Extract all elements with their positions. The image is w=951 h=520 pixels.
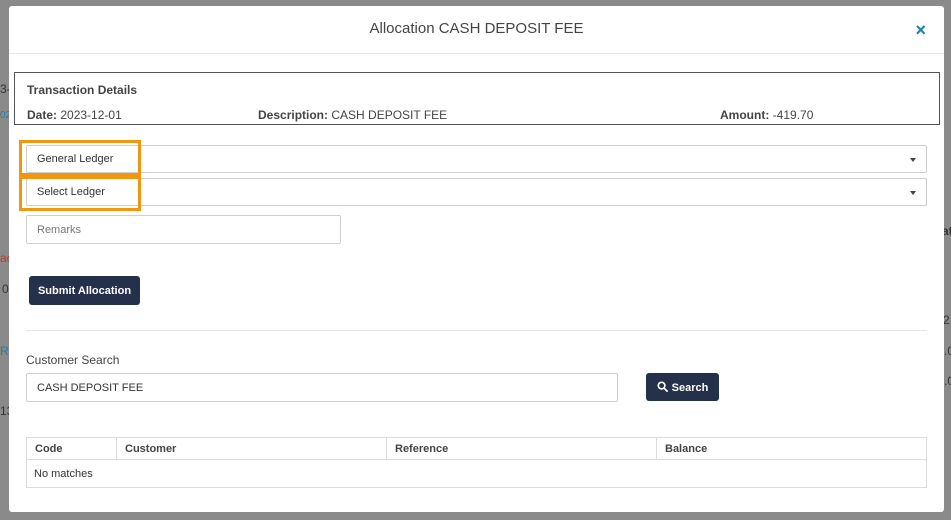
ledger-selected-value: Select Ledger	[37, 186, 105, 198]
allocation-modal: Allocation CASH DEPOSIT FEE × Transactio…	[9, 6, 944, 512]
customer-results-table: Code Customer Reference Balance No match…	[26, 437, 927, 488]
ledger-type-select[interactable]: General Ledger	[26, 145, 927, 173]
empty-results-message: No matches	[26, 459, 927, 488]
amount-value: -419.70	[772, 108, 814, 122]
divider	[26, 330, 927, 331]
caret-down-icon	[910, 158, 916, 162]
background-text-fragment: 2.	[943, 313, 951, 327]
column-header-reference[interactable]: Reference	[386, 437, 657, 460]
column-header-code[interactable]: Code	[26, 437, 117, 460]
transaction-amount: Amount: -419.70	[720, 108, 813, 122]
search-button-label: Search	[671, 381, 709, 394]
ledger-select[interactable]: Select Ledger	[26, 178, 927, 206]
transaction-details-heading: Transaction Details	[27, 83, 138, 97]
table-row: No matches	[26, 459, 927, 488]
transaction-description: Description: CASH DEPOSIT FEE	[258, 108, 447, 122]
date-label: Date:	[27, 108, 58, 122]
customer-search-input[interactable]	[26, 373, 618, 402]
background-text-fragment: .0	[944, 344, 951, 358]
table-header-row: Code Customer Reference Balance	[26, 437, 927, 460]
modal-header: Allocation CASH DEPOSIT FEE ×	[9, 6, 944, 54]
ledger-type-selected-value: General Ledger	[37, 153, 114, 165]
background-text-fragment: .0	[944, 374, 951, 388]
background-text-fragment: R	[0, 344, 9, 358]
search-icon	[657, 380, 668, 392]
transaction-date: Date: 2023-12-01	[27, 108, 122, 122]
caret-down-icon	[910, 191, 916, 195]
transaction-details-panel: Transaction Details Date: 2023-12-01 Des…	[14, 72, 940, 125]
column-header-customer[interactable]: Customer	[116, 437, 387, 460]
submit-allocation-button[interactable]: Submit Allocation	[29, 276, 140, 305]
description-label: Description:	[258, 108, 329, 122]
modal-title: Allocation CASH DEPOSIT FEE	[369, 20, 584, 37]
close-icon[interactable]: ×	[915, 20, 926, 40]
customer-search-label: Customer Search	[26, 353, 120, 367]
amount-label: Amount:	[720, 108, 770, 122]
column-header-balance[interactable]: Balance	[656, 437, 927, 460]
description-value: CASH DEPOSIT FEE	[331, 108, 448, 122]
background-text-fragment: 0	[2, 282, 9, 296]
date-value: 2023-12-01	[60, 108, 122, 122]
search-button[interactable]: Search	[646, 373, 719, 401]
remarks-input[interactable]	[26, 215, 341, 244]
